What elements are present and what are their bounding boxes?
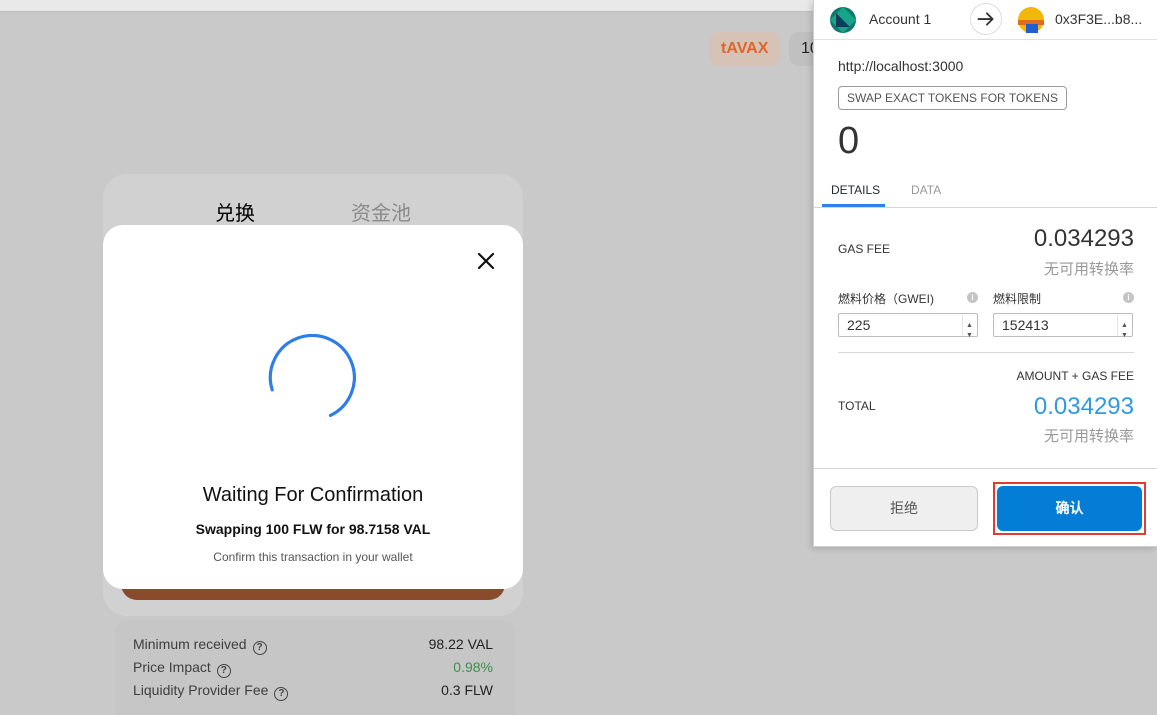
loading-spinner-icon xyxy=(268,334,356,417)
tab-swap[interactable]: 兑换 xyxy=(215,202,255,226)
detail-value: 0.98% xyxy=(453,659,493,675)
reject-button[interactable]: 拒绝 xyxy=(830,486,978,531)
detail-row: Price Impact? 0.98% xyxy=(133,657,493,678)
close-icon[interactable] xyxy=(475,250,497,272)
confirm-highlight: 确认 xyxy=(993,482,1146,535)
gas-price-input[interactable]: 225 ▲ ▼ xyxy=(838,313,978,339)
gas-price-stepper[interactable]: ▲ ▼ xyxy=(962,314,977,339)
tab-pool[interactable]: 资金池 xyxy=(351,202,411,226)
tab-details[interactable]: DETAILS xyxy=(831,183,880,197)
method-badge: SWAP EXACT TOKENS FOR TOKENS xyxy=(838,86,1067,110)
gas-limit-label: 燃料限制 xyxy=(993,292,1042,306)
network-badge[interactable]: tAVAX xyxy=(709,32,781,66)
total-label: TOTAL xyxy=(838,399,876,413)
info-icon[interactable]: i xyxy=(1123,292,1134,303)
trade-details: Minimum received? 98.22 VAL Price Impact… xyxy=(115,620,515,715)
confirm-button[interactable]: 确认 xyxy=(997,486,1142,531)
modal-hint: Confirm this transaction in your wallet xyxy=(213,550,413,564)
gas-price-label: 燃料价格（GWEI) xyxy=(838,292,934,306)
info-icon[interactable]: i xyxy=(967,292,978,303)
account-avatar-icon[interactable] xyxy=(830,7,856,33)
detail-label: Liquidity Provider Fee? xyxy=(133,680,289,701)
detail-row: Minimum received? 98.22 VAL xyxy=(133,634,493,655)
total-conversion: 无可用转换率 xyxy=(1043,428,1134,445)
arrow-right-icon xyxy=(970,3,1002,35)
gas-fee-value: 0.034293 xyxy=(1033,225,1134,252)
destination-avatar-icon xyxy=(1018,7,1044,33)
question-icon[interactable]: ? xyxy=(216,664,231,678)
wallet-popup: Account 1 0x3F3E...b8... http://localhos… xyxy=(813,0,1157,547)
question-icon[interactable]: ? xyxy=(274,687,289,701)
detail-label: Price Impact? xyxy=(133,657,231,678)
destination-address[interactable]: 0x3F3E...b8... xyxy=(1055,11,1142,27)
divider xyxy=(838,352,1134,353)
origin-url: http://localhost:3000 xyxy=(838,58,964,74)
question-icon[interactable]: ? xyxy=(252,641,267,655)
wallet-footer: 拒绝 确认 xyxy=(814,468,1157,547)
amount-plus-gas-label: AMOUNT + GAS FEE xyxy=(1016,369,1134,383)
detail-value: 98.22 VAL xyxy=(428,636,493,652)
tab-data[interactable]: DATA xyxy=(911,183,941,197)
account-name[interactable]: Account 1 xyxy=(869,11,931,27)
detail-label: Minimum received? xyxy=(133,634,267,655)
gas-limit-stepper[interactable]: ▲ ▼ xyxy=(1117,314,1132,339)
wallet-tabs: DETAILS DATA xyxy=(814,176,1157,208)
confirmation-modal: Waiting For Confirmation Swapping 100 FL… xyxy=(103,225,523,589)
details-panel: GAS FEE 0.034293 无可用转换率 燃料价格（GWEI) i 225… xyxy=(814,208,1157,468)
transaction-amount: 0 xyxy=(838,120,860,162)
detail-value: 0.3 FLW xyxy=(441,682,493,698)
active-tab-indicator xyxy=(822,204,885,207)
gas-fee-conversion: 无可用转换率 xyxy=(1043,261,1134,278)
modal-title: Waiting For Confirmation xyxy=(202,484,424,506)
gas-fee-label: GAS FEE xyxy=(838,242,891,256)
wallet-header: Account 1 0x3F3E...b8... xyxy=(814,0,1157,40)
total-value: 0.034293 xyxy=(1033,393,1134,420)
detail-row: Liquidity Provider Fee? 0.3 FLW xyxy=(133,680,493,701)
gas-limit-input[interactable]: 152413 ▲ ▼ xyxy=(993,313,1133,339)
modal-subtitle: Swapping 100 FLW for 98.7158 VAL xyxy=(195,521,431,537)
